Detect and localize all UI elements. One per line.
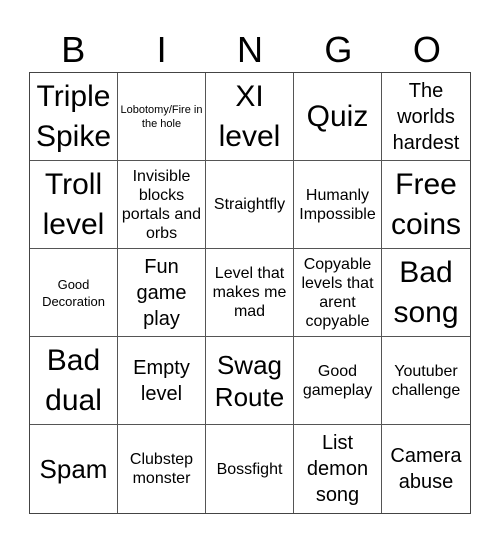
bingo-cell-text: List demon song bbox=[306, 432, 369, 506]
bingo-cell-text: Free coins bbox=[390, 167, 462, 241]
bingo-cell[interactable]: Copyable levels that arent copyable bbox=[294, 249, 382, 337]
bingo-cell-text: Invisible blocks portals and orbs bbox=[121, 167, 202, 242]
bingo-cell[interactable]: Bad song bbox=[382, 249, 470, 337]
bingo-cell-text: Camera abuse bbox=[390, 445, 462, 493]
bingo-cell-text: Fun game play bbox=[136, 255, 187, 330]
header-letter-o: O bbox=[412, 29, 441, 70]
bingo-cell[interactable]: Straightfly bbox=[206, 161, 294, 249]
bingo-cell-text: Quiz bbox=[306, 99, 369, 133]
bingo-cell-text: Bad song bbox=[393, 255, 459, 329]
header-letter-g: G bbox=[324, 29, 353, 70]
bingo-cell[interactable]: Troll level bbox=[30, 161, 118, 249]
bingo-cell-text: Lobotomy/Fire in the hole bbox=[120, 103, 203, 130]
bingo-cell[interactable]: Quiz bbox=[294, 73, 382, 161]
header-letter-i: I bbox=[156, 29, 167, 70]
bingo-cell-text: The worlds hardest bbox=[392, 79, 460, 154]
bingo-header: B I N G O bbox=[29, 28, 471, 72]
bingo-cell[interactable]: Lobotomy/Fire in the hole bbox=[118, 73, 206, 161]
header-letter-b: B bbox=[61, 29, 86, 70]
bingo-cell[interactable]: Empty level bbox=[118, 337, 206, 425]
bingo-cell-text: XI level bbox=[218, 79, 281, 153]
bingo-cell[interactable]: Invisible blocks portals and orbs bbox=[118, 161, 206, 249]
bingo-cell[interactable]: Bad dual bbox=[30, 337, 118, 425]
bingo-cell[interactable]: Fun game play bbox=[118, 249, 206, 337]
bingo-cell[interactable]: XI level bbox=[206, 73, 294, 161]
bingo-cell-text: Bad dual bbox=[45, 343, 102, 417]
bingo-cell-text: Spam bbox=[39, 454, 108, 484]
header-letter-n: N bbox=[237, 29, 264, 70]
bingo-cell[interactable]: Youtuber challenge bbox=[382, 337, 470, 425]
bingo-cell[interactable]: Good gameplay bbox=[294, 337, 382, 425]
bingo-cell[interactable]: Level that makes me mad bbox=[206, 249, 294, 337]
bingo-cell[interactable]: Camera abuse bbox=[382, 425, 470, 513]
bingo-cell[interactable]: Bossfight bbox=[206, 425, 294, 513]
bingo-cell-text: Clubstep monster bbox=[129, 451, 194, 487]
bingo-cell-text: Straightfly bbox=[213, 196, 286, 213]
bingo-cell-text: Copyable levels that arent copyable bbox=[301, 255, 374, 330]
bingo-cell-text: Good Decoration bbox=[42, 276, 105, 309]
bingo-cell-text: Triple Spike bbox=[35, 79, 112, 153]
bingo-cell-text: Humanly Impossible bbox=[299, 186, 376, 223]
bingo-cell[interactable]: Spam bbox=[30, 425, 118, 513]
bingo-cell[interactable]: Good Decoration bbox=[30, 249, 118, 337]
bingo-cell[interactable]: Swag Route bbox=[206, 337, 294, 425]
bingo-cell[interactable]: Triple Spike bbox=[30, 73, 118, 161]
bingo-cell[interactable]: Clubstep monster bbox=[118, 425, 206, 513]
bingo-cell[interactable]: List demon song bbox=[294, 425, 382, 513]
bingo-cell[interactable]: The worlds hardest bbox=[382, 73, 470, 161]
bingo-cell[interactable]: Free coins bbox=[382, 161, 470, 249]
bingo-cell-text: Troll level bbox=[42, 167, 105, 241]
bingo-cell-text: Empty level bbox=[133, 356, 190, 405]
bingo-grid: Triple Spike Lobotomy/Fire in the hole XI … bbox=[29, 72, 471, 514]
bingo-cell-text: Swag Route bbox=[214, 349, 285, 412]
bingo-cell[interactable]: Humanly Impossible bbox=[294, 161, 382, 249]
bingo-cell-text: Youtuber challenge bbox=[391, 362, 461, 399]
bingo-cell-text: Good gameplay bbox=[302, 362, 373, 399]
bingo-cell-text: Bossfight bbox=[216, 460, 283, 478]
bingo-cell-text: Level that makes me mad bbox=[212, 265, 287, 320]
